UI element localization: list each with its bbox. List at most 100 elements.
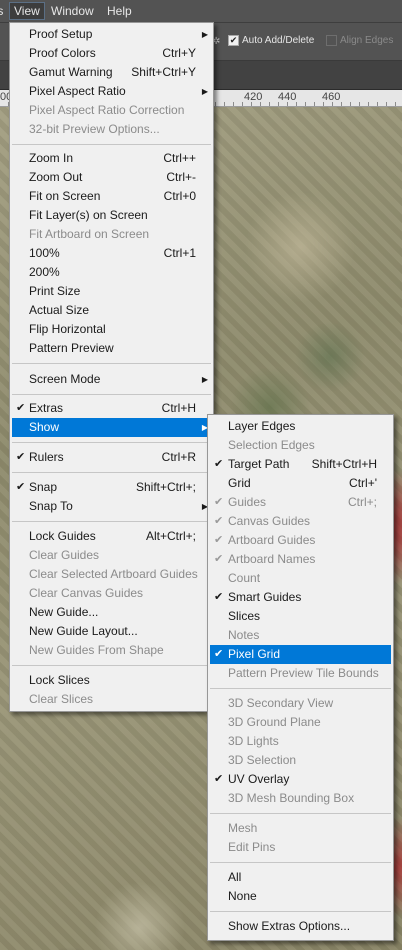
menu-divider [12,442,211,443]
menu-item-show-extras-options[interactable]: Show Extras Options... [210,917,391,936]
menu-item-3d-ground-plane: 3D Ground Plane [228,715,321,729]
menu-item-gamut-warning[interactable]: Gamut Warning Shift+Ctrl+Y [12,63,211,82]
menu-view[interactable]: View [9,2,45,20]
shortcut-label: Alt+Ctrl+; [145,529,196,543]
menu-divider [12,144,211,145]
checkmark-icon: ✔ [214,515,224,527]
menu-item-show[interactable]: Show ▶ [12,418,211,437]
menu-item-proof-setup[interactable]: Proof Setup ▶ [12,25,211,44]
checkmark-icon: ✔ [214,591,224,603]
menu-item-artboard-names: ✔ Artboard Names [210,550,391,569]
align-edges-checkbox[interactable] [326,35,337,46]
checkmark-icon: ✔ [214,458,224,470]
menu-item-guides: ✔ Guides Ctrl+; [210,493,391,512]
shortcut-label: Ctrl+- [166,170,196,184]
menu-item-zoom-out[interactable]: Zoom Out Ctrl+- [12,168,211,187]
shortcut-label: Ctrl+H [161,401,196,415]
shortcut-label: Shift+Ctrl+Y [131,65,196,79]
checkmark-icon: ✔ [214,773,224,785]
menu-item-snap[interactable]: ✔ Snap Shift+Ctrl+; [12,478,211,497]
menu-item-selection-edges: Selection Edges [228,438,315,452]
auto-add-delete-label: Auto Add/Delete [242,35,315,46]
menu-item-mesh: Mesh [228,821,258,835]
menu-item-snap-to[interactable]: Snap To ▶ [12,497,211,516]
checkmark-icon: ✔ [214,534,224,546]
ruler-tick: 460 [322,91,341,103]
ruler-tick: 440 [278,91,297,103]
menu-item-3d-selection: 3D Selection [228,753,297,767]
menu-item-uv-overlay[interactable]: ✔ UV Overlay [210,770,391,789]
view-menu: Proof Setup ▶ Proof Colors Ctrl+Y Gamut Wa… [9,22,214,712]
menu-item-all[interactable]: All [210,868,391,887]
menu-item-lock-slices[interactable]: Lock Slices [12,671,211,690]
shortcut-label: Ctrl+0 [163,189,196,203]
menu-item-proof-colors[interactable]: Proof Colors Ctrl+Y [12,44,211,63]
menu-item-rulers[interactable]: ✔ Rulers Ctrl+R [12,448,211,467]
menu-item-new-guide[interactable]: New Guide... [12,603,211,622]
menu-item-clear-selected-artboard-guides: Clear Selected Artboard Guides [29,567,198,581]
shortcut-label: Ctrl+1 [163,246,196,260]
menu-divider [12,665,211,666]
menu-divider [210,813,391,814]
menu-item-fit-on-screen[interactable]: Fit on Screen Ctrl+0 [12,187,211,206]
menu-item-slices[interactable]: Slices [210,607,391,626]
menu-item-new-guides-from-shape: New Guides From Shape [29,643,164,657]
menu-item-none[interactable]: None [210,887,391,906]
menu-item-new-guide-layout[interactable]: New Guide Layout... [12,622,211,641]
menu-item-smart-guides[interactable]: ✔ Smart Guides [210,588,391,607]
menu-item-actual-size[interactable]: Actual Size [12,301,211,320]
menu-item-zoom-in[interactable]: Zoom In Ctrl++ [12,149,211,168]
menu-item-canvas-guides: ✔ Canvas Guides [210,512,391,531]
menu-item-pixel-grid[interactable]: ✔ Pixel Grid [210,645,391,664]
menu-item-layer-edges[interactable]: Layer Edges [210,417,391,436]
menu-window[interactable]: Window [47,3,98,19]
menu-item-extras[interactable]: ✔ Extras Ctrl+H [12,399,211,418]
checkmark-icon: ✔ [16,451,26,463]
show-submenu: Layer Edges Selection Edges ✔ Target Path… [207,414,394,941]
menu-item-clear-canvas-guides: Clear Canvas Guides [29,586,144,600]
menu-item-3d-lights: 3D Lights [228,734,279,748]
menu-divider [210,911,391,912]
menu-item-lock-guides[interactable]: Lock Guides Alt+Ctrl+; [12,527,211,546]
checkmark-icon: ✔ [16,481,26,493]
menu-item-clear-guides: Clear Guides [29,548,100,562]
menu-divider [12,521,211,522]
menu-item-pattern-preview-tile-bounds: Pattern Preview Tile Bounds [228,666,379,680]
menu-item-100-percent[interactable]: 100% Ctrl+1 [12,244,211,263]
shortcut-label: Shift+Ctrl+; [135,480,196,494]
submenu-arrow-icon: ▶ [201,375,208,384]
menu-item-target-path[interactable]: ✔ Target Path Shift+Ctrl+H [210,455,391,474]
menu-item-fit-artboard-on-screen: Fit Artboard on Screen [29,227,150,241]
shortcut-label: Shift+Ctrl+H [311,457,377,471]
checkmark-icon: ✔ [214,496,224,508]
menu-item-clear-slices: Clear Slices [29,692,94,706]
menu-item-pixel-aspect-ratio[interactable]: Pixel Aspect Ratio ▶ [12,82,211,101]
align-edges-label: Align Edges [340,35,394,46]
menu-item-flip-horizontal[interactable]: Flip Horizontal [12,320,211,339]
menu-help[interactable]: Help [103,3,136,19]
shortcut-label: Ctrl+R [161,450,196,464]
checkmark-icon: ✔ [214,553,224,565]
menu-divider [12,394,211,395]
menu-item-edit-pins: Edit Pins [228,840,276,854]
menu-item-notes: Notes [228,628,260,642]
menu-item-pattern-preview[interactable]: Pattern Preview [12,339,211,358]
menu-divider [210,862,391,863]
ruler-tick: 420 [244,91,263,103]
menu-divider [12,363,211,364]
menu-item-screen-mode[interactable]: Screen Mode ▶ [12,370,211,389]
shortcut-label: Ctrl+; [347,495,377,509]
submenu-arrow-icon: ▶ [201,30,208,39]
menu-item-3d-secondary-view: 3D Secondary View [228,696,334,710]
menu-item-grid[interactable]: Grid Ctrl+' [210,474,391,493]
checkmark-icon: ✔ [16,402,26,414]
menu-file[interactable]: Fs [0,3,7,19]
menu-item-count: Count [228,571,261,585]
menu-item-3d-mesh-bounding-box: 3D Mesh Bounding Box [228,791,355,805]
menu-item-200-percent[interactable]: 200% [12,263,211,282]
shortcut-label: Ctrl+' [349,476,377,490]
menu-item-fit-layers-on-screen[interactable]: Fit Layer(s) on Screen [12,206,211,225]
menu-item-print-size[interactable]: Print Size [12,282,211,301]
menu-item-artboard-guides: ✔ Artboard Guides [210,531,391,550]
auto-add-delete-checkbox[interactable]: ✔ [228,35,239,46]
